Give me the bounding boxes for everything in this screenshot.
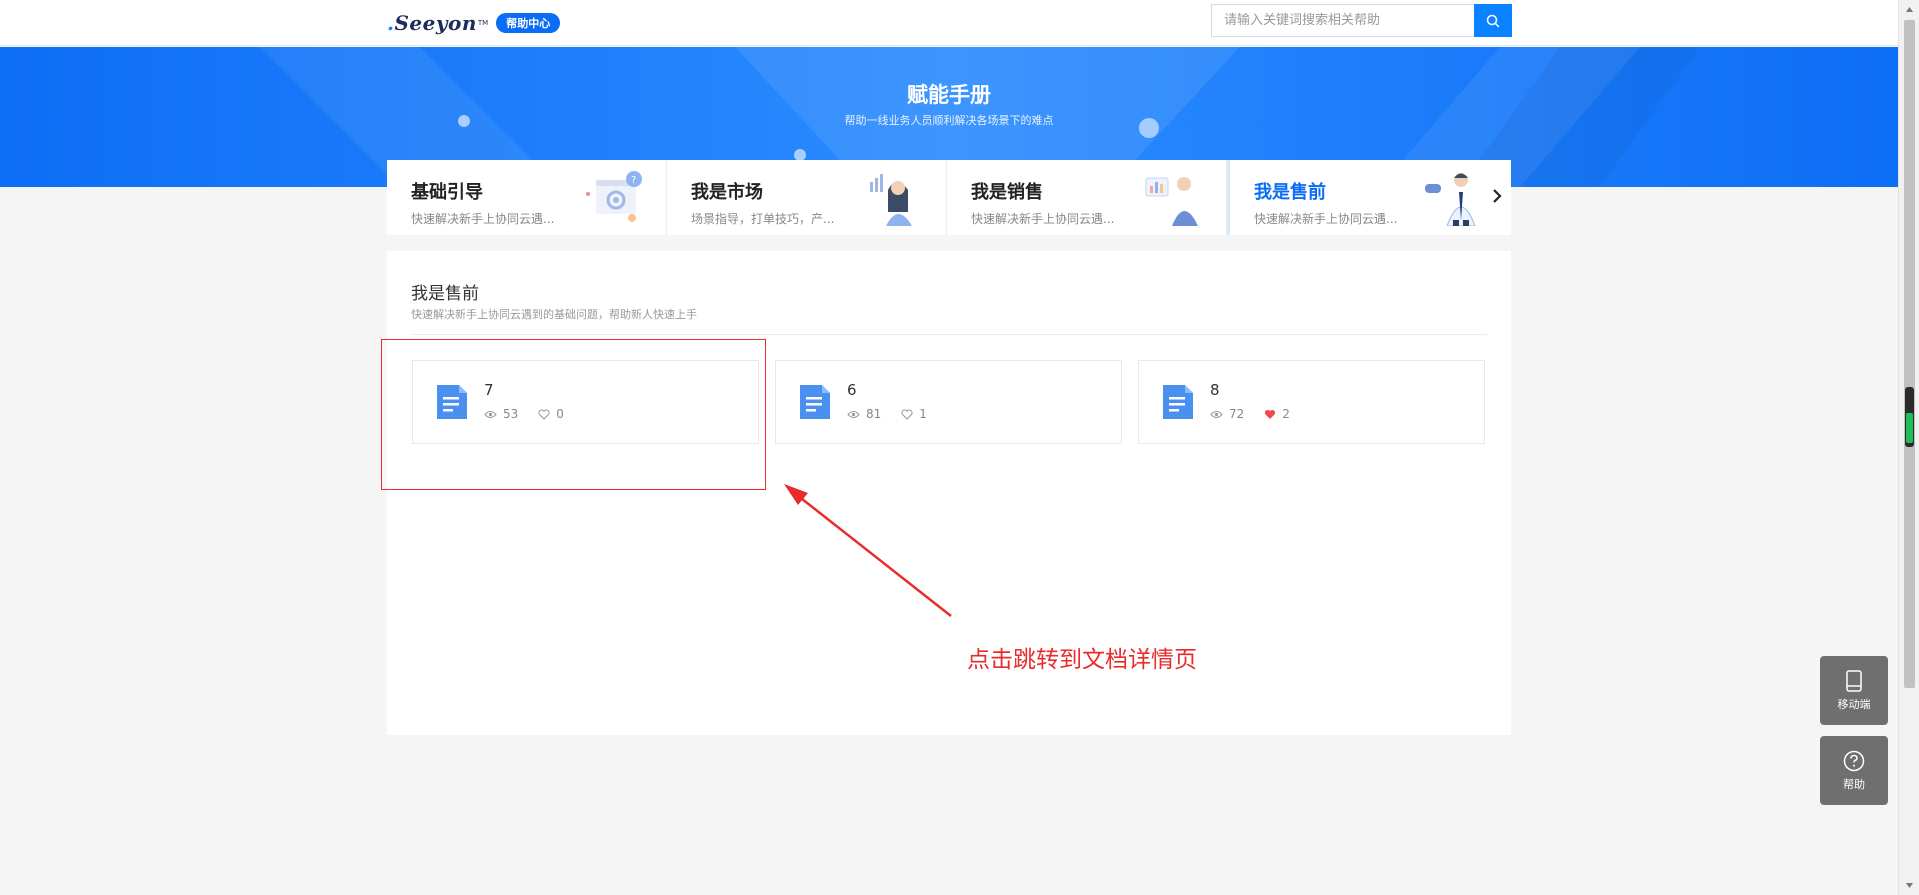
banner-title: 赋能手册 — [907, 83, 991, 107]
mobile-button[interactable]: 移动端 — [1820, 656, 1888, 725]
vertical-scrollbar[interactable] — [1898, 0, 1919, 895]
panel-title: 我是售前 — [411, 284, 479, 304]
help-label: 帮助 — [1843, 777, 1865, 791]
logo[interactable]: .Seeyon TM 帮助中心 — [387, 10, 561, 36]
category-tab-basic[interactable]: 基础引导 快速解决新手上协同云遇... ? — [387, 160, 667, 235]
document-icon — [1163, 385, 1193, 419]
search-bar — [1211, 4, 1512, 37]
mobile-phone-icon — [1846, 669, 1862, 692]
annotation-text: 点击跳转到文档详情页 — [967, 647, 1197, 673]
like-count[interactable]: 1 — [901, 407, 927, 421]
gear-question-illustration-icon: ? — [586, 171, 642, 222]
presales-illustration-icon — [1425, 173, 1476, 226]
panel-desc: 快速解决新手上协同云遇到的基础问题，帮助新人快速上手 — [411, 308, 697, 321]
search-button[interactable] — [1474, 4, 1512, 37]
scroll-up-icon[interactable] — [1905, 5, 1914, 14]
document-icon — [800, 385, 830, 419]
logo-tm: TM — [477, 19, 489, 27]
content-panel: 我是售前 快速解决新手上协同云遇到的基础问题，帮助新人快速上手 7 53 0 6… — [387, 251, 1511, 735]
svg-text:?: ? — [631, 175, 636, 186]
eye-icon — [847, 410, 860, 418]
search-icon — [1486, 14, 1500, 27]
doc-stats: 81 1 — [847, 407, 947, 421]
heart-filled-icon — [1265, 409, 1276, 419]
like-count[interactable]: 2 — [1264, 407, 1290, 421]
view-count: 72 — [1210, 407, 1244, 421]
scroll-down-icon[interactable] — [1905, 881, 1914, 890]
marketer-illustration-icon — [870, 174, 912, 226]
search-input[interactable] — [1211, 4, 1474, 37]
category-tab-market[interactable]: 我是市场 场景指导，打单技巧，产... — [667, 160, 947, 235]
scroll-thumb[interactable] — [1904, 20, 1915, 688]
doc-title: 6 — [847, 381, 857, 399]
category-tab-sales[interactable]: 我是销售 快速解决新手上协同云遇... — [947, 160, 1227, 235]
view-count: 81 — [847, 407, 881, 421]
chevron-right-icon[interactable] — [1491, 188, 1503, 204]
doc-card[interactable]: 8 72 2 — [1138, 360, 1485, 444]
divider — [411, 334, 1487, 335]
doc-stats: 72 2 — [1210, 407, 1310, 421]
help-button[interactable]: 帮助 — [1820, 736, 1888, 805]
mobile-label: 移动端 — [1837, 697, 1871, 711]
eye-icon — [1210, 410, 1223, 418]
heart-outline-icon — [901, 409, 913, 420]
question-circle-icon — [1843, 750, 1865, 771]
logo-wordmark: .Seeyon — [387, 11, 477, 35]
top-header: .Seeyon TM 帮助中心 — [0, 0, 1898, 46]
salesperson-illustration-icon — [1145, 177, 1198, 226]
doc-title: 8 — [1210, 381, 1220, 399]
scroll-indicator-green — [1906, 413, 1913, 443]
annotation-highlight-box — [381, 339, 766, 490]
help-center-badge[interactable]: 帮助中心 — [496, 13, 561, 33]
category-tabs: 基础引导 快速解决新手上协同云遇... ? 我是市场 场景指导，打单技巧，产..… — [387, 160, 1511, 235]
banner-subtitle: 帮助一线业务人员顺利解决各场景下的难点 — [844, 114, 1054, 127]
doc-card[interactable]: 6 81 1 — [775, 360, 1122, 444]
category-tab-presales[interactable]: 我是售前 快速解决新手上协同云遇... — [1227, 160, 1507, 235]
